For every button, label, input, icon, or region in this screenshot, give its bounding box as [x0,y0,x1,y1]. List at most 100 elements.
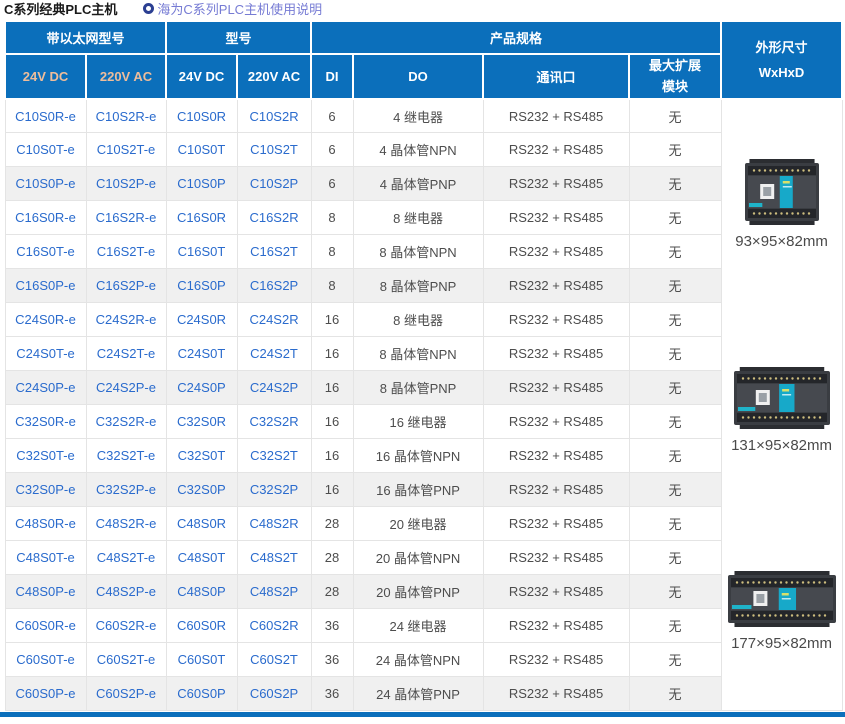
model-link-ethernet-220vac[interactable]: C48S2P-e [86,575,166,609]
model-link-220vac[interactable]: C48S2T [237,541,311,575]
model-link-24vdc[interactable]: C10S0P [166,167,237,201]
model-link-24vdc[interactable]: C10S0R [166,99,237,133]
model-link-220vac[interactable]: C32S2T [237,439,311,473]
model-link-ethernet-24vdc[interactable]: C16S0P-e [5,269,86,303]
model-link-ethernet-220vac[interactable]: C32S2R-e [86,405,166,439]
model-link-ethernet-220vac[interactable]: C10S2P-e [86,167,166,201]
model-link-ethernet-220vac[interactable]: C32S2P-e [86,473,166,507]
model-link-ethernet-24vdc[interactable]: C32S0R-e [5,405,86,439]
model-link-220vac[interactable]: C60S2T [237,643,311,677]
model-link-24vdc[interactable]: C24S0R [166,303,237,337]
model-link-220vac[interactable]: C10S2P [237,167,311,201]
model-link-220vac[interactable]: C10S2R [237,99,311,133]
table-row: C16S0R-e C16S2R-e C16S0R C16S2R 8 8 继电器 … [5,201,842,235]
model-link-ethernet-220vac[interactable]: C60S2R-e [86,609,166,643]
table-row: C32S0T-e C32S2T-e C32S0T C32S2T 16 16 晶体… [5,439,842,473]
model-link-24vdc[interactable]: C24S0P [166,371,237,405]
model-link-ethernet-220vac[interactable]: C16S2P-e [86,269,166,303]
model-link-220vac[interactable]: C16S2T [237,235,311,269]
model-link-24vdc[interactable]: C60S0R [166,609,237,643]
model-link-ethernet-24vdc[interactable]: C48S0R-e [5,507,86,541]
table-row: C24S0P-e C24S2P-e C24S0P C24S2P 16 8 晶体管… [5,371,842,405]
model-link-ethernet-220vac[interactable]: C48S2R-e [86,507,166,541]
do-type: 8 晶体管NPN [353,337,483,371]
max-expansion: 无 [629,167,721,201]
model-link-ethernet-24vdc[interactable]: C10S0P-e [5,167,86,201]
model-link-ethernet-220vac[interactable]: C10S2T-e [86,133,166,167]
table-row: C16S0P-e C16S2P-e C16S0P C16S2P 8 8 晶体管P… [5,269,842,303]
table-row: C10S0T-e C10S2T-e C10S0T C10S2T 6 4 晶体管N… [5,133,842,167]
model-link-ethernet-24vdc[interactable]: C16S0T-e [5,235,86,269]
device-photo-block: 177×95×82mm [728,571,836,652]
model-link-ethernet-220vac[interactable]: C10S2R-e [86,99,166,133]
model-link-ethernet-24vdc[interactable]: C24S0T-e [5,337,86,371]
di-count: 6 [311,99,353,133]
table-body: C10S0R-e C10S2R-e C10S0R C10S2R 6 4 继电器 … [5,99,842,711]
model-link-220vac[interactable]: C24S2P [237,371,311,405]
di-count: 8 [311,235,353,269]
comm-ports: RS232 + RS485 [483,201,629,235]
model-link-ethernet-24vdc[interactable]: C48S0P-e [5,575,86,609]
comm-ports: RS232 + RS485 [483,575,629,609]
max-expansion: 无 [629,337,721,371]
comm-ports: RS232 + RS485 [483,439,629,473]
model-link-ethernet-24vdc[interactable]: C16S0R-e [5,201,86,235]
model-link-ethernet-220vac[interactable]: C60S2T-e [86,643,166,677]
model-link-ethernet-24vdc[interactable]: C32S0T-e [5,439,86,473]
header-comm-port: 通讯口 [483,54,629,99]
model-link-220vac[interactable]: C32S2R [237,405,311,439]
model-link-220vac[interactable]: C10S2T [237,133,311,167]
model-link-24vdc[interactable]: C60S0T [166,643,237,677]
model-link-220vac[interactable]: C60S2R [237,609,311,643]
model-link-ethernet-220vac[interactable]: C16S2T-e [86,235,166,269]
model-link-24vdc[interactable]: C16S0R [166,201,237,235]
model-link-220vac[interactable]: C16S2P [237,269,311,303]
model-link-24vdc[interactable]: C32S0T [166,439,237,473]
model-link-ethernet-220vac[interactable]: C24S2R-e [86,303,166,337]
table-row: C60S0R-e C60S2R-e C60S0R C60S2R 36 24 继电… [5,609,842,643]
comm-ports: RS232 + RS485 [483,371,629,405]
model-link-24vdc[interactable]: C10S0T [166,133,237,167]
model-link-ethernet-220vac[interactable]: C48S2T-e [86,541,166,575]
header-group-row: 带以太网型号 型号 产品规格 外形尺寸 WxHxD [5,21,842,54]
model-link-ethernet-220vac[interactable]: C60S2P-e [86,676,166,710]
model-link-220vac[interactable]: C48S2R [237,507,311,541]
model-link-220vac[interactable]: C32S2P [237,473,311,507]
model-link-ethernet-24vdc[interactable]: C10S0T-e [5,133,86,167]
do-type: 20 继电器 [353,507,483,541]
model-link-220vac[interactable]: C16S2R [237,201,311,235]
max-expansion: 无 [629,676,721,710]
model-link-24vdc[interactable]: C24S0T [166,337,237,371]
model-link-ethernet-220vac[interactable]: C32S2T-e [86,439,166,473]
table-row: C16S0T-e C16S2T-e C16S0T C16S2T 8 8 晶体管N… [5,235,842,269]
model-link-24vdc[interactable]: C16S0P [166,269,237,303]
model-link-ethernet-220vac[interactable]: C16S2R-e [86,201,166,235]
model-link-24vdc[interactable]: C48S0T [166,541,237,575]
model-link-ethernet-220vac[interactable]: C24S2P-e [86,371,166,405]
model-link-ethernet-24vdc[interactable]: C32S0P-e [5,473,86,507]
model-link-220vac[interactable]: C60S2P [237,676,311,710]
model-link-ethernet-24vdc[interactable]: C10S0R-e [5,99,86,133]
model-link-ethernet-24vdc[interactable]: C24S0P-e [5,371,86,405]
model-link-24vdc[interactable]: C32S0P [166,473,237,507]
model-link-ethernet-24vdc[interactable]: C60S0R-e [5,609,86,643]
di-count: 36 [311,609,353,643]
model-link-24vdc[interactable]: C16S0T [166,235,237,269]
model-link-220vac[interactable]: C24S2R [237,303,311,337]
model-link-24vdc[interactable]: C48S0R [166,507,237,541]
di-count: 16 [311,337,353,371]
manual-link[interactable]: 海为C系列PLC主机使用说明 [143,0,322,18]
model-link-24vdc[interactable]: C32S0R [166,405,237,439]
model-link-ethernet-24vdc[interactable]: C60S0P-e [5,676,86,710]
model-link-24vdc[interactable]: C48S0P [166,575,237,609]
table-row: C24S0R-e C24S2R-e C24S0R C24S2R 16 8 继电器… [5,303,842,337]
model-link-24vdc[interactable]: C60S0P [166,676,237,710]
model-link-220vac[interactable]: C24S2T [237,337,311,371]
model-link-ethernet-24vdc[interactable]: C48S0T-e [5,541,86,575]
model-link-ethernet-220vac[interactable]: C24S2T-e [86,337,166,371]
model-link-ethernet-24vdc[interactable]: C24S0R-e [5,303,86,337]
model-link-ethernet-24vdc[interactable]: C60S0T-e [5,643,86,677]
max-expansion: 无 [629,201,721,235]
table-row: C24S0T-e C24S2T-e C24S0T C24S2T 16 8 晶体管… [5,337,842,371]
model-link-220vac[interactable]: C48S2P [237,575,311,609]
